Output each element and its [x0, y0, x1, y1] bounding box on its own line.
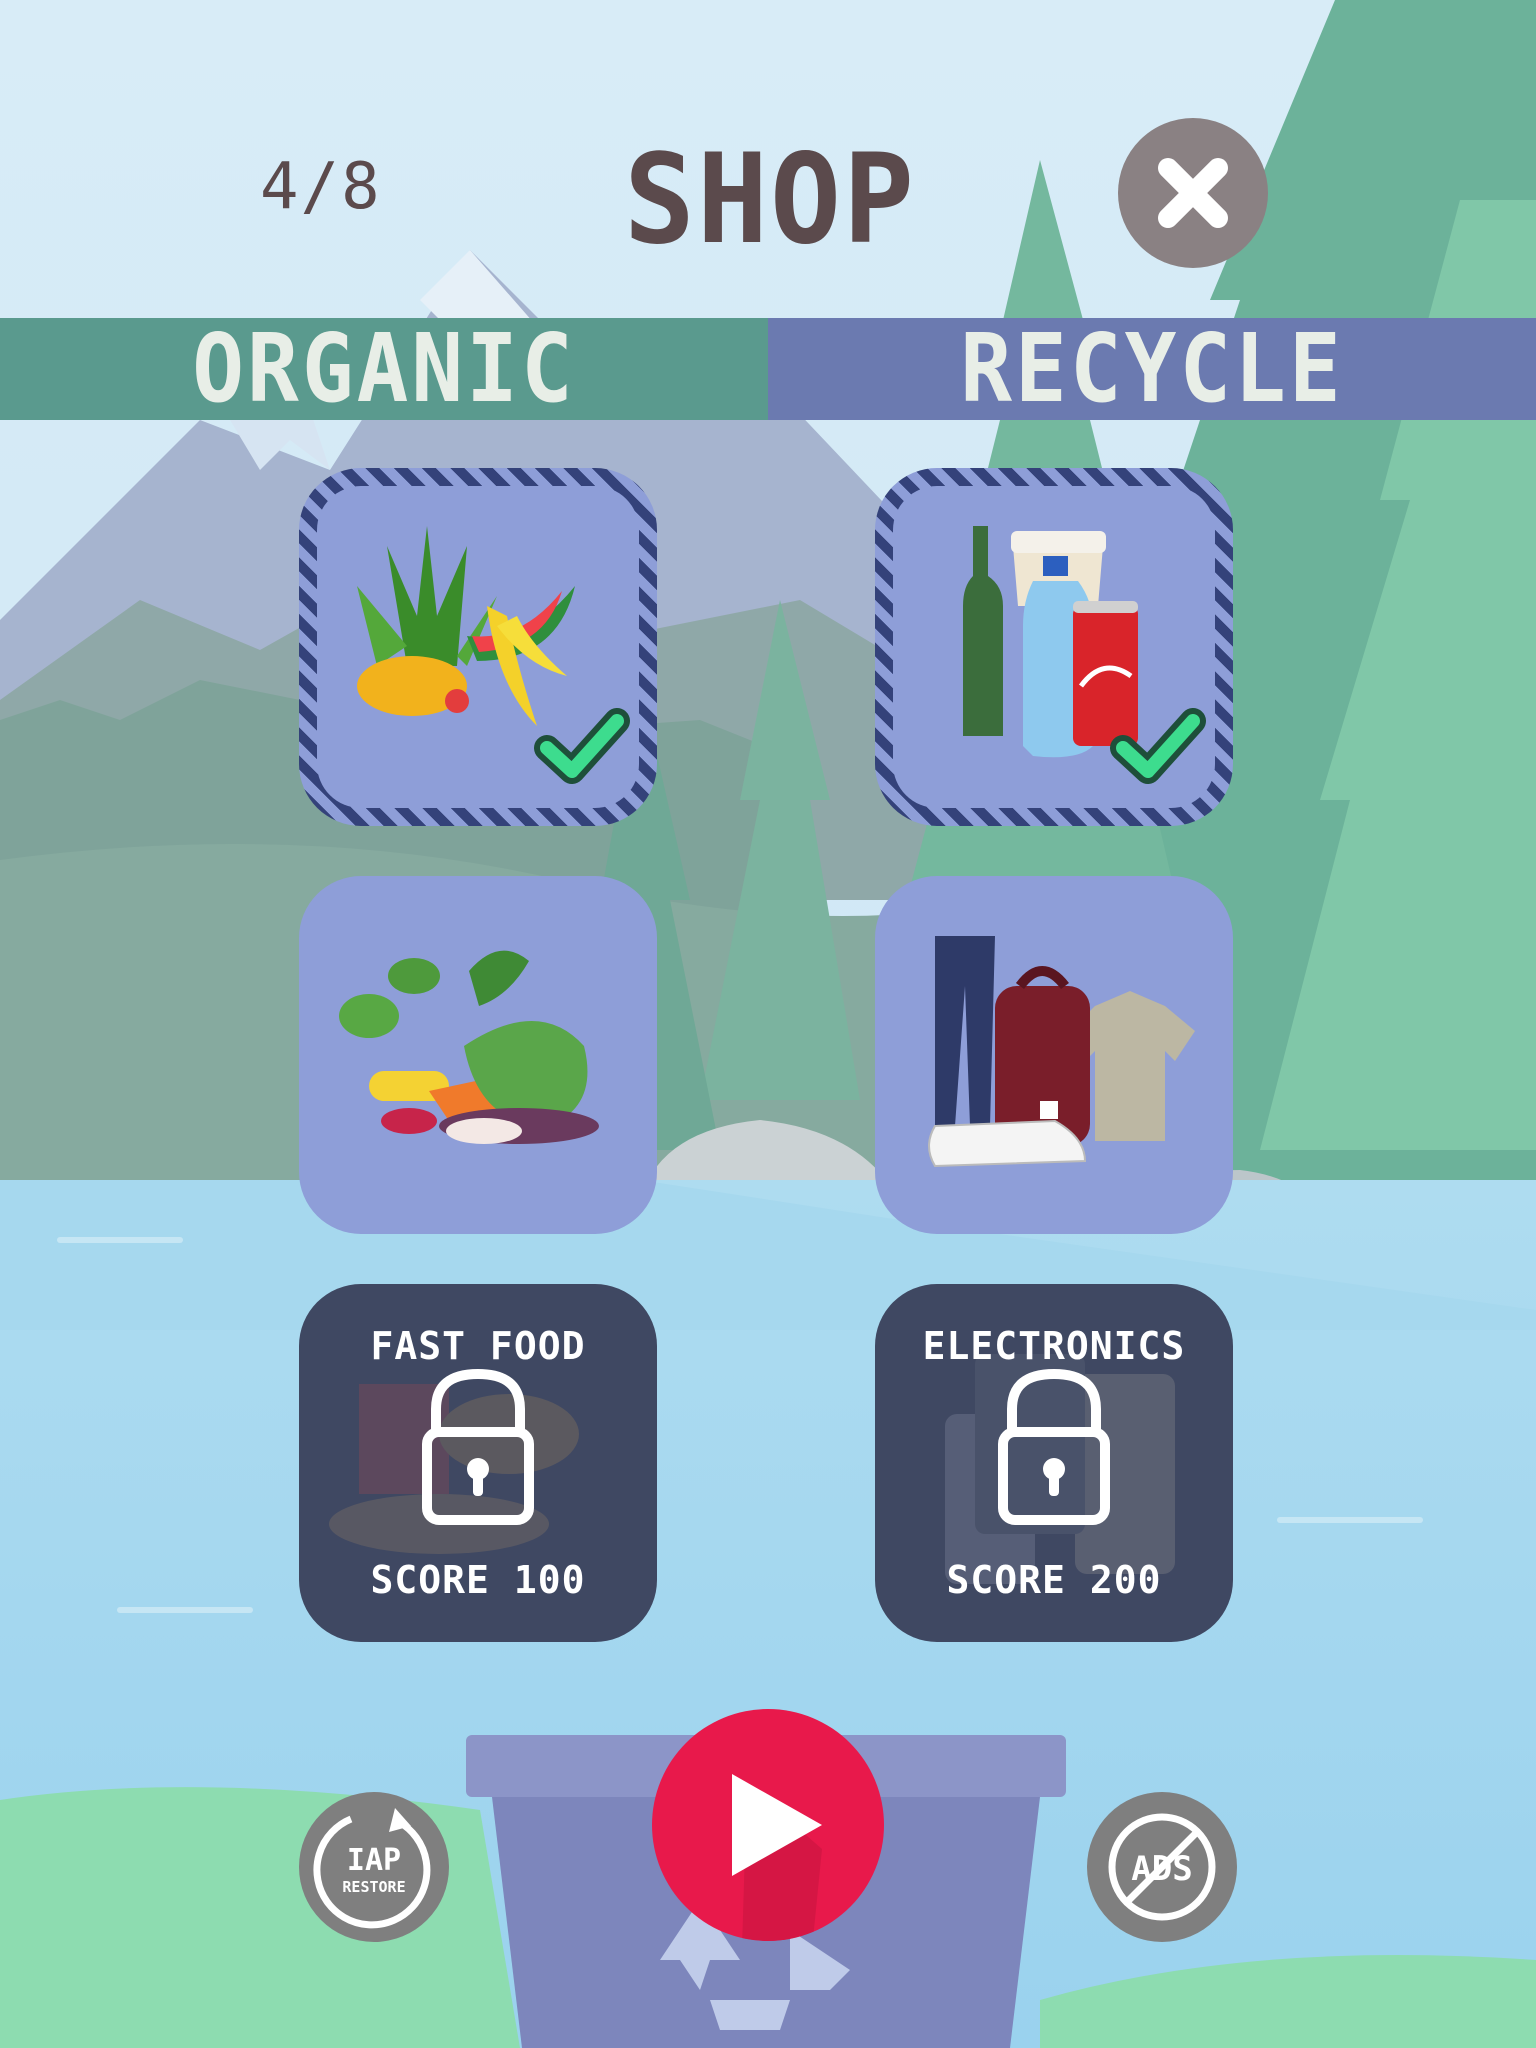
- restore-label: RESTORE: [342, 1878, 405, 1896]
- play-icon: [732, 1774, 822, 1941]
- clothing-icon: [928, 936, 1195, 1168]
- play-button[interactable]: [652, 1709, 884, 1941]
- tab-organic-label: ORGANIC: [192, 314, 576, 424]
- tab-recycle-label: RECYCLE: [960, 314, 1344, 424]
- check-icon: [1110, 708, 1206, 784]
- shop-item-fruit-scraps[interactable]: [299, 468, 657, 826]
- shop-item-bottles-and-cans[interactable]: [875, 468, 1233, 826]
- tab-organic[interactable]: ORGANIC: [0, 314, 768, 424]
- close-icon: [1158, 158, 1228, 228]
- remove-ads-button[interactable]: ADS: [1087, 1792, 1237, 1942]
- vegetable-scraps-icon: [339, 950, 599, 1144]
- tab-recycle[interactable]: RECYCLE: [768, 314, 1536, 424]
- page-title: SHOP: [623, 126, 917, 272]
- iap-restore-button[interactable]: IAP RESTORE: [299, 1792, 449, 1942]
- check-icon: [534, 708, 630, 784]
- level-progress: 4/8: [260, 150, 382, 224]
- shop-item-clothing[interactable]: [875, 876, 1233, 1234]
- unlock-requirement: SCORE 200: [946, 1558, 1162, 1602]
- category-tabs: ORGANIC RECYCLE: [0, 314, 1536, 424]
- no-ads-icon: ADS: [1108, 1813, 1216, 1921]
- iap-label: IAP: [347, 1843, 401, 1878]
- shop-item-electronics[interactable]: ELECTRONICS SCORE 200: [875, 1284, 1233, 1642]
- restore-arrow-icon: IAP RESTORE: [313, 1808, 431, 1929]
- unlock-requirement: SCORE 100: [370, 1558, 586, 1602]
- close-button[interactable]: [1118, 118, 1268, 268]
- shop-item-fast-food[interactable]: FAST FOOD SCORE 100: [299, 1284, 657, 1642]
- shop-item-vegetable-scraps[interactable]: [299, 876, 657, 1234]
